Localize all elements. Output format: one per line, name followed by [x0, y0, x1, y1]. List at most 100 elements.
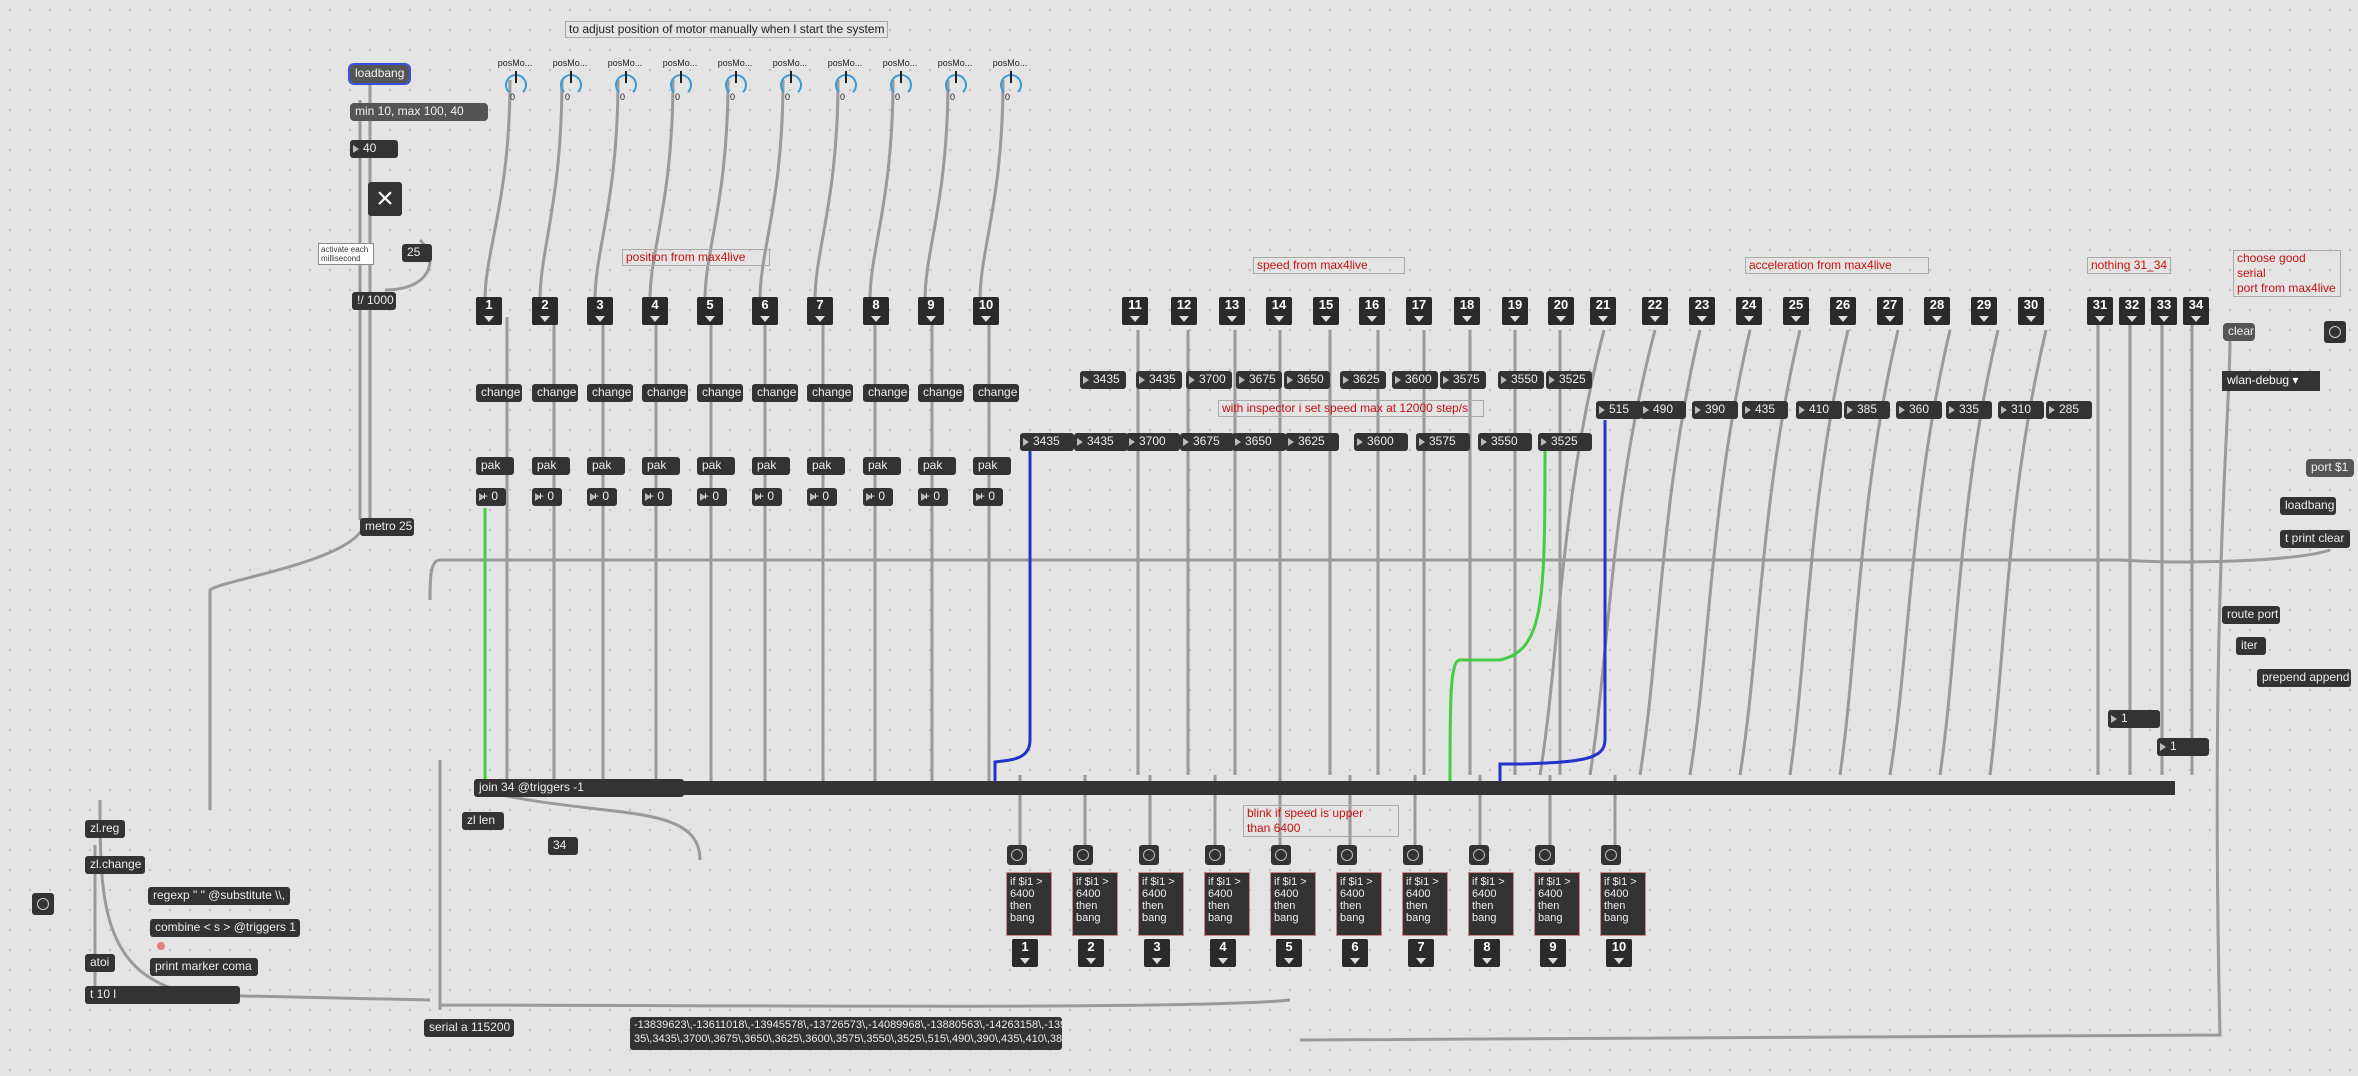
acceleration-number[interactable]: 435: [1742, 401, 1788, 419]
regexp-object[interactable]: regexp " " @substitute \\,: [148, 887, 290, 905]
bang-indicator-icon[interactable]: [1535, 845, 1555, 865]
pak-object[interactable]: pak: [973, 457, 1011, 475]
port-message[interactable]: port $1: [2306, 459, 2354, 477]
change-object[interactable]: change: [476, 384, 522, 402]
speed-mid-number[interactable]: 3700: [1126, 433, 1180, 451]
speed-mid-number[interactable]: 3550: [1478, 433, 1532, 451]
change-object[interactable]: change: [752, 384, 798, 402]
speed-mid-number[interactable]: 3435: [1074, 433, 1128, 451]
position-inlet-7[interactable]: 7: [807, 297, 833, 325]
speed-inlet-14[interactable]: 14: [1266, 297, 1292, 325]
extra-inlet-33[interactable]: 33: [2151, 297, 2177, 325]
speed-mid-number[interactable]: 3435: [1020, 433, 1074, 451]
prepend-append-object[interactable]: prepend append: [2257, 669, 2351, 687]
position-inlet-8[interactable]: 8: [863, 297, 889, 325]
speed-mid-number[interactable]: 3525: [1538, 433, 1592, 451]
acceleration-inlet-27[interactable]: 27: [1877, 297, 1903, 325]
metro-object[interactable]: metro 25: [360, 518, 414, 536]
join-object[interactable]: join 34 @triggers -1: [474, 779, 684, 797]
bang-indicator-icon[interactable]: [1403, 845, 1423, 865]
number-one-a[interactable]: 1: [2108, 710, 2160, 728]
if-object[interactable]: if $i1 > 6400 then bang: [1534, 872, 1580, 936]
speed-mid-number[interactable]: 3675: [1180, 433, 1234, 451]
speed-mid-number[interactable]: 3600: [1354, 433, 1408, 451]
number-25[interactable]: 25: [402, 244, 432, 262]
plus-zero-object[interactable]: + 0: [807, 488, 837, 506]
dial-knob[interactable]: posMo... 0: [661, 58, 699, 102]
speed-top-number[interactable]: 3650: [1284, 371, 1330, 389]
speed-top-number[interactable]: 3435: [1136, 371, 1182, 389]
acceleration-number[interactable]: 360: [1896, 401, 1942, 419]
serial-output-message[interactable]: -13839623\,-13611018\,-13945578\,-137265…: [630, 1017, 1062, 1050]
acceleration-inlet-23[interactable]: 23: [1689, 297, 1715, 325]
acceleration-inlet-25[interactable]: 25: [1783, 297, 1809, 325]
if-object[interactable]: if $i1 > 6400 then bang: [1072, 872, 1118, 936]
plus-zero-object[interactable]: + 0: [752, 488, 782, 506]
bang-button-left[interactable]: [32, 893, 54, 915]
dial-knob[interactable]: posMo... 0: [991, 58, 1029, 102]
loadbang-object[interactable]: loadbang: [347, 63, 412, 85]
pak-object[interactable]: pak: [863, 457, 901, 475]
number-one-b[interactable]: 1: [2157, 738, 2209, 756]
dial-knob[interactable]: posMo... 0: [606, 58, 644, 102]
dial-knob[interactable]: posMo... 0: [716, 58, 754, 102]
outlet-7[interactable]: 7: [1408, 939, 1434, 967]
bang-indicator-icon[interactable]: [1007, 845, 1027, 865]
plus-zero-object[interactable]: + 0: [918, 488, 948, 506]
pak-object[interactable]: pak: [807, 457, 845, 475]
dial-knob[interactable]: posMo... 0: [551, 58, 589, 102]
acceleration-number[interactable]: 410: [1796, 401, 1842, 419]
plus-zero-object[interactable]: + 0: [587, 488, 617, 506]
outlet-5[interactable]: 5: [1276, 939, 1302, 967]
t10-object[interactable]: t 10 l: [85, 986, 240, 1004]
toggle-x-icon[interactable]: ×: [368, 182, 402, 216]
position-inlet-9[interactable]: 9: [918, 297, 944, 325]
outlet-1[interactable]: 1: [1012, 939, 1038, 967]
position-inlet-6[interactable]: 6: [752, 297, 778, 325]
min-max-message[interactable]: min 10, max 100, 40: [350, 103, 488, 121]
pak-object[interactable]: pak: [918, 457, 956, 475]
plus-zero-object[interactable]: + 0: [642, 488, 672, 506]
combine-object[interactable]: combine < s > @triggers 1: [150, 919, 300, 937]
position-inlet-4[interactable]: 4: [642, 297, 668, 325]
speed-top-number[interactable]: 3700: [1186, 371, 1232, 389]
speed-top-number[interactable]: 3525: [1546, 371, 1592, 389]
speed-inlet-13[interactable]: 13: [1219, 297, 1245, 325]
outlet-6[interactable]: 6: [1342, 939, 1368, 967]
divide-1000-object[interactable]: !/ 1000: [352, 292, 396, 310]
loadbang2-object[interactable]: loadbang: [2280, 497, 2336, 515]
acceleration-number[interactable]: 390: [1692, 401, 1738, 419]
serial-object[interactable]: serial a 115200: [424, 1019, 514, 1037]
speed-inlet-20[interactable]: 20: [1548, 297, 1574, 325]
position-inlet-3[interactable]: 3: [587, 297, 613, 325]
change-object[interactable]: change: [587, 384, 633, 402]
plus-zero-object[interactable]: + 0: [476, 488, 506, 506]
acceleration-inlet-29[interactable]: 29: [1971, 297, 1997, 325]
position-inlet-2[interactable]: 2: [532, 297, 558, 325]
speed-top-number[interactable]: 3675: [1236, 371, 1282, 389]
extra-inlet-32[interactable]: 32: [2119, 297, 2145, 325]
plus-zero-object[interactable]: + 0: [863, 488, 893, 506]
acceleration-inlet-28[interactable]: 28: [1924, 297, 1950, 325]
position-inlet-10[interactable]: 10: [973, 297, 999, 325]
speed-inlet-18[interactable]: 18: [1454, 297, 1480, 325]
bang-indicator-icon[interactable]: [1139, 845, 1159, 865]
plus-zero-object[interactable]: + 0: [697, 488, 727, 506]
if-object[interactable]: if $i1 > 6400 then bang: [1336, 872, 1382, 936]
if-object[interactable]: if $i1 > 6400 then bang: [1402, 872, 1448, 936]
speed-inlet-17[interactable]: 17: [1406, 297, 1432, 325]
speed-inlet-19[interactable]: 19: [1502, 297, 1528, 325]
atoi-object[interactable]: atoi: [85, 954, 115, 972]
len-number[interactable]: 34: [548, 837, 578, 855]
zl-reg-object[interactable]: zl.reg: [85, 820, 125, 838]
speed-inlet-16[interactable]: 16: [1359, 297, 1385, 325]
bang-indicator-icon[interactable]: [1469, 845, 1489, 865]
speed-inlet-12[interactable]: 12: [1171, 297, 1197, 325]
outlet-10[interactable]: 10: [1606, 939, 1632, 967]
if-object[interactable]: if $i1 > 6400 then bang: [1468, 872, 1514, 936]
print-marker-object[interactable]: print marker coma: [150, 958, 258, 976]
bang-button[interactable]: [2324, 321, 2346, 343]
acceleration-inlet-22[interactable]: 22: [1642, 297, 1668, 325]
clear-message[interactable]: clear: [2223, 323, 2255, 341]
if-object[interactable]: if $i1 > 6400 then bang: [1138, 872, 1184, 936]
